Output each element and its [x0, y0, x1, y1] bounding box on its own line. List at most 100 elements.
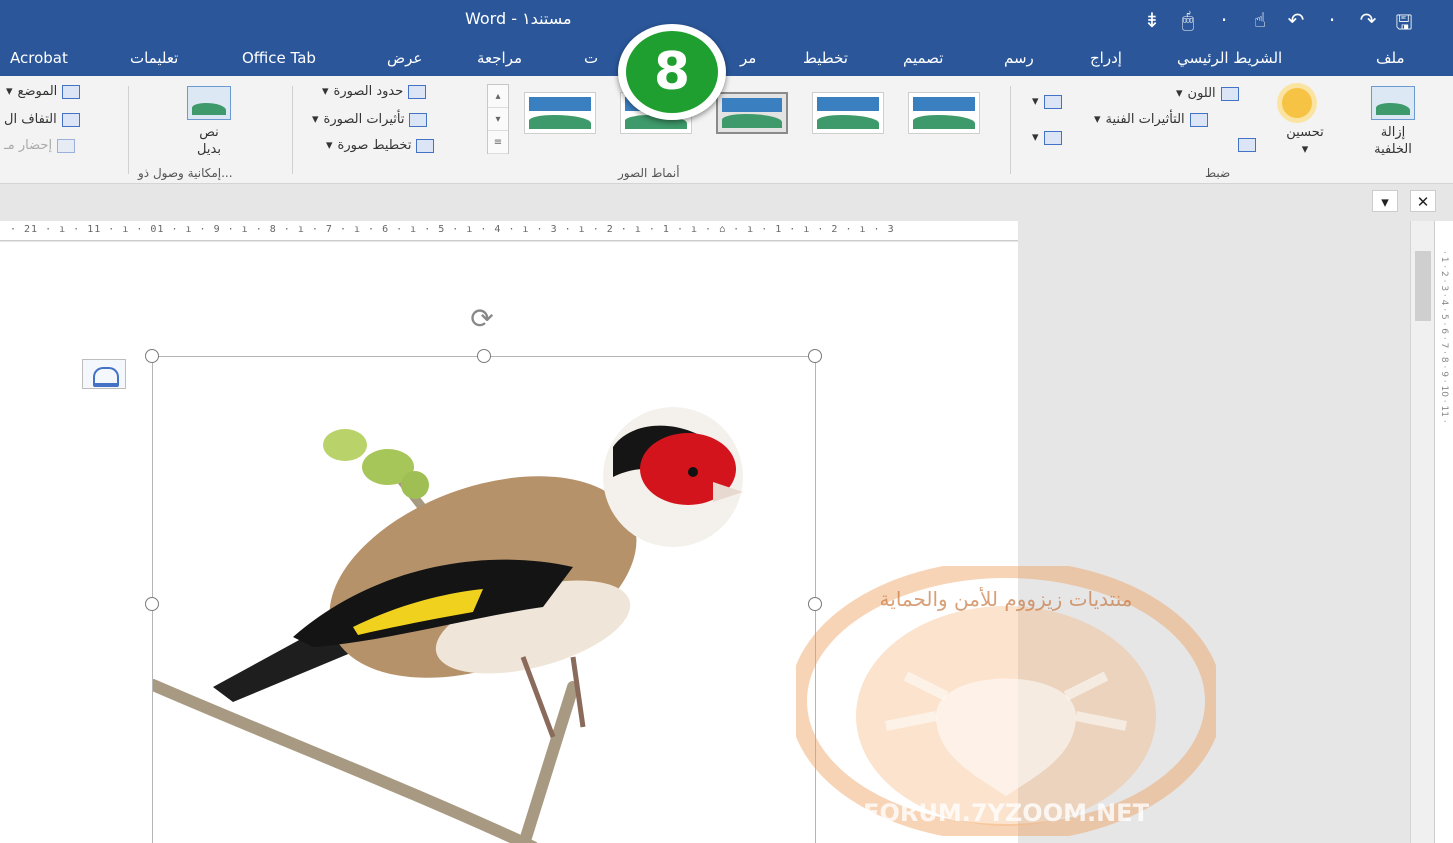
resize-handle[interactable] — [477, 349, 491, 363]
tab-help[interactable]: تعليمات — [130, 49, 178, 67]
tab-view[interactable]: عرض — [387, 49, 422, 67]
tab-review[interactable]: مراجعة — [477, 49, 522, 67]
resize-handle[interactable] — [808, 349, 822, 363]
scrollbar-thumb[interactable] — [1415, 251, 1431, 321]
thumb-hill — [817, 115, 879, 129]
touch-icon[interactable]: ☝ — [1251, 8, 1269, 42]
tab-draw[interactable]: رسم — [1004, 49, 1034, 67]
wrap-text-icon — [61, 112, 80, 127]
pen-icon — [408, 84, 427, 99]
group-divider — [292, 86, 293, 174]
chevron-down-icon: ▾ — [1301, 142, 1309, 157]
corrections-icon — [1282, 88, 1312, 118]
accessibility-group-label: إمكانية وصول ذو... — [138, 166, 233, 180]
picture-layout-label: تخطيط صورة — [337, 138, 412, 153]
tab-references[interactable]: مر — [740, 49, 756, 67]
quick-access-toolbar: ⇟ 🖱 · ☝ ↶ · ↷ 🖫 — [1143, 8, 1413, 42]
chevron-down-icon: ▾ — [1032, 130, 1039, 145]
layout-options-icon[interactable] — [82, 359, 126, 389]
alt-text-button[interactable]: نص بديل — [176, 86, 242, 158]
close-icon[interactable]: ✕ — [1410, 190, 1436, 212]
tab-office-tab[interactable]: Office Tab — [242, 49, 316, 67]
chevron-down-icon: ▾ — [1176, 86, 1183, 101]
chevron-down-icon: ▾ — [326, 138, 333, 153]
title-bar: Word - مستند١ ⇟ 🖱 · ☝ ↶ · ↷ 🖫 — [0, 0, 1453, 40]
reset-picture-button[interactable] — [1238, 138, 1256, 152]
thumb-hill — [529, 115, 591, 129]
alt-text-label: نص — [199, 125, 219, 140]
effects-icon — [409, 112, 428, 127]
chevron-down-icon: ▾ — [1032, 94, 1039, 109]
thumb-hill — [913, 115, 975, 129]
task-pane-strip: ▾ ✕ — [0, 184, 1453, 218]
position-button[interactable]: ▾ الموضع — [6, 84, 81, 99]
picture-styles-group-label: أنماط الصور — [618, 166, 680, 180]
qat-separator-icon: · — [1328, 8, 1336, 32]
bring-forward-button[interactable]: إحضار مـ — [4, 138, 76, 153]
picture-layout-button[interactable]: ▾ تخطيط صورة — [326, 138, 435, 153]
picture-style-thumb[interactable] — [812, 92, 884, 134]
corrections-label: تحسين — [1286, 125, 1324, 140]
picture-border-button[interactable]: ▾ حدود الصورة — [322, 84, 427, 99]
window-title: Word - مستند١ — [465, 9, 572, 28]
watermark-arabic-text: منتديات زيزووم للأمن والحماية — [880, 587, 1133, 611]
word-window: Word - مستند١ ⇟ 🖱 · ☝ ↶ · ↷ 🖫 Acrobat تع… — [0, 0, 1453, 843]
group-divider — [1010, 86, 1011, 174]
forum-watermark-logo: منتديات زيزووم للأمن والحماية FORUM.7YZO… — [796, 566, 1216, 836]
picture-style-thumb[interactable] — [524, 92, 596, 134]
color-label: اللون — [1187, 86, 1216, 101]
thumb-sky — [722, 98, 782, 112]
watermark-url-text: FORUM.7YZOOM.NET — [863, 799, 1150, 827]
picture-style-thumb-selected[interactable] — [716, 92, 788, 134]
picture-style-thumb[interactable] — [908, 92, 980, 134]
gallery-up-icon[interactable]: ▴ — [488, 85, 508, 108]
undo-icon[interactable]: ↶ — [1287, 8, 1305, 42]
thumb-hill — [722, 114, 782, 128]
redo-icon[interactable]: ↷ — [1359, 8, 1377, 42]
chevron-down-icon: ▾ — [322, 84, 329, 99]
tab-mailings[interactable]: ت — [584, 49, 598, 67]
tab-file[interactable]: ملف — [1376, 49, 1405, 67]
vertical-scrollbar[interactable] — [1410, 221, 1434, 843]
change-picture-icon — [1043, 130, 1062, 145]
remove-background-label-2: الخلفية — [1374, 142, 1412, 157]
step-badge: 8 — [618, 24, 726, 120]
picture-effects-button[interactable]: ▾ تأثيرات الصورة — [312, 112, 428, 127]
artistic-effects-button[interactable]: ▾ التأثيرات الفنية — [1094, 112, 1208, 127]
tab-layout[interactable]: تخطيط — [803, 49, 848, 67]
gallery-scroll[interactable]: ▴ ▾ ≡ — [487, 84, 509, 154]
resize-handle[interactable] — [145, 597, 159, 611]
compress-pictures-icon — [1043, 94, 1062, 109]
change-picture-button[interactable]: ▾ — [1032, 130, 1062, 145]
step-number: 8 — [626, 31, 718, 113]
bird-picture — [153, 407, 743, 843]
remove-background-button[interactable]: إزالة الخلفية — [1358, 86, 1428, 158]
remove-background-label: إزالة — [1380, 125, 1406, 140]
color-button[interactable]: ▾ اللون — [1176, 86, 1239, 101]
tab-acrobat[interactable]: Acrobat — [10, 49, 68, 67]
touch-mode-icon[interactable]: 🖱 — [1179, 8, 1197, 42]
horizontal-ruler[interactable]: · 21 · ı · 11 · ı · 01 · ı · 9 · ı · 8 ·… — [0, 221, 1018, 241]
tab-home[interactable]: الشريط الرئيسي — [1177, 49, 1282, 67]
wrap-text-button[interactable]: التفاف ال — [4, 112, 80, 127]
pane-options-icon[interactable]: ▾ — [1372, 190, 1398, 212]
rotate-handle-icon[interactable]: ⟳ — [466, 304, 498, 334]
save-icon[interactable]: 🖫 — [1395, 8, 1413, 42]
thumb-sky — [817, 97, 879, 111]
customize-qat-icon[interactable]: ⇟ — [1143, 8, 1161, 42]
chevron-down-icon: ▾ — [312, 112, 319, 127]
selected-picture[interactable] — [152, 356, 816, 843]
artistic-effects-label: التأثيرات الفنية — [1105, 112, 1185, 127]
gallery-more-icon[interactable]: ≡ — [488, 131, 508, 154]
tab-design[interactable]: تصميم — [903, 49, 943, 67]
gallery-down-icon[interactable]: ▾ — [488, 108, 508, 131]
group-divider — [128, 86, 129, 174]
reset-picture-icon — [1238, 138, 1256, 152]
compress-pictures-button[interactable]: ▾ — [1032, 94, 1062, 109]
tab-insert[interactable]: إدراج — [1090, 49, 1122, 67]
ruler-ticks: · 21 · ı · 11 · ı · 01 · ı · 9 · ı · 8 ·… — [10, 224, 895, 235]
position-icon — [62, 84, 81, 99]
corrections-button[interactable]: تحسين ▾ — [1270, 124, 1340, 158]
resize-handle[interactable] — [145, 349, 159, 363]
remove-background-icon — [1371, 86, 1415, 120]
